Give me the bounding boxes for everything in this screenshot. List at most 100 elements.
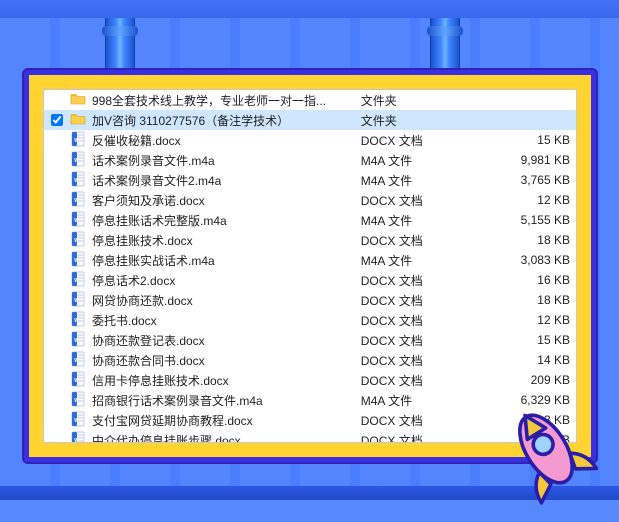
docx-icon: w: [70, 331, 86, 350]
file-name-label: 停息挂账技术.docx: [92, 232, 193, 249]
file-name-label: 998全套技术线上教学，专业老师一对一指...: [92, 92, 326, 109]
cell-name[interactable]: 998全套技术线上教学，专业老师一对一指...: [44, 90, 355, 110]
cell-type: DOCX 文档: [355, 370, 471, 390]
cell-type: DOCX 文档: [355, 230, 471, 250]
cell-name[interactable]: w 停息挂账技术.docx: [44, 230, 355, 250]
cell-name[interactable]: w 反催收秘籍.docx: [44, 130, 355, 150]
docx-icon: w: [70, 291, 86, 310]
cell-name[interactable]: w 协商还款登记表.docx: [44, 330, 355, 350]
cell-size: 9,981 KB: [471, 150, 576, 170]
decor-pipe-right: [430, 18, 460, 78]
cell-size: 12 KB: [471, 190, 576, 210]
cell-size: 3,765 KB: [471, 170, 576, 190]
docx-icon: w: [70, 131, 86, 150]
table-row[interactable]: w协商还款登记表.docxDOCX 文档15 KB: [44, 330, 576, 350]
docx-icon: w: [70, 191, 86, 210]
cell-type: DOCX 文档: [355, 130, 471, 150]
cell-name[interactable]: w 中介代办停息挂账步骤.docx: [44, 430, 355, 443]
cell-size: 5,155 KB: [471, 210, 576, 230]
cell-type: DOCX 文档: [355, 410, 471, 430]
cell-type: DOCX 文档: [355, 430, 471, 443]
cell-size: 16 KB: [471, 270, 576, 290]
cell-size: [471, 110, 576, 130]
cell-name[interactable]: w 委托书.docx: [44, 310, 355, 330]
cell-name[interactable]: w 停息话术2.docx: [44, 270, 355, 290]
file-name-label: 协商还款登记表.docx: [92, 332, 205, 349]
file-name-label: 反催收秘籍.docx: [92, 132, 181, 149]
bottom-bar: [0, 486, 619, 500]
cell-size: 18 KB: [471, 290, 576, 310]
cell-name[interactable]: w招商银行话术案例录音文件.m4a: [44, 390, 355, 410]
cell-type: M4A 文件: [355, 210, 471, 230]
table-row[interactable]: w停息挂账话术完整版.m4aM4A 文件5,155 KB: [44, 210, 576, 230]
cell-size: 15 KB: [471, 130, 576, 150]
top-bar: [0, 0, 619, 18]
m4a-icon: w: [70, 211, 86, 230]
cell-type: M4A 文件: [355, 390, 471, 410]
cell-size: 15 KB: [471, 330, 576, 350]
cell-name[interactable]: w 支付宝网贷延期协商教程.docx: [44, 410, 355, 430]
file-name-label: 停息话术2.docx: [92, 272, 175, 289]
cell-size: 3,083 KB: [471, 250, 576, 270]
cell-name[interactable]: w 客户须知及承诺.docx: [44, 190, 355, 210]
docx-icon: w: [70, 411, 86, 430]
docx-icon: w: [70, 431, 86, 444]
file-name-label: 客户须知及承诺.docx: [92, 192, 205, 209]
table-row[interactable]: w 网贷协商还款.docx DOCX 文档18 KB: [44, 290, 576, 310]
file-name-label: 中介代办停息挂账步骤.docx: [92, 432, 241, 444]
cell-name[interactable]: w 网贷协商还款.docx: [44, 290, 355, 310]
table-row[interactable]: w 停息挂账技术.docx DOCX 文档18 KB: [44, 230, 576, 250]
cell-size: 209 KB: [471, 370, 576, 390]
table-row[interactable]: 998全套技术线上教学，专业老师一对一指... 文件夹: [44, 90, 576, 110]
checkbox-slot: [50, 114, 64, 126]
decor-pipe-left: [105, 18, 135, 78]
file-name-label: 支付宝网贷延期协商教程.docx: [92, 412, 253, 429]
m4a-icon: w: [70, 171, 86, 190]
cell-type: DOCX 文档: [355, 350, 471, 370]
table-row[interactable]: w话术案例录音文件2.m4aM4A 文件3,765 KB: [44, 170, 576, 190]
cell-name[interactable]: w话术案例录音文件2.m4a: [44, 170, 355, 190]
cell-type: DOCX 文档: [355, 190, 471, 210]
folder-icon: [70, 111, 86, 130]
file-name-label: 网贷协商还款.docx: [92, 292, 193, 309]
file-name-label: 话术案例录音文件.m4a: [92, 152, 215, 169]
table-row[interactable]: w停息挂账实战话术.m4aM4A 文件3,083 KB: [44, 250, 576, 270]
docx-icon: w: [70, 271, 86, 290]
cell-size: 18 KB: [471, 230, 576, 250]
table-row[interactable]: w中介代办停息挂账步骤.docxDOCX 文档12 KB: [44, 430, 576, 443]
table-row[interactable]: w支付宝网贷延期协商教程.docxDOCX 文档13 KB: [44, 410, 576, 430]
cell-name[interactable]: 加V咨询 3110277576（备注学技术）: [44, 110, 355, 130]
table-row[interactable]: w话术案例录音文件.m4aM4A 文件9,981 KB: [44, 150, 576, 170]
cell-type: M4A 文件: [355, 170, 471, 190]
cell-name[interactable]: w信用卡停息挂账技术.docx: [44, 370, 355, 390]
table-row[interactable]: w 反催收秘籍.docx DOCX 文档15 KB: [44, 130, 576, 150]
cell-size: 14 KB: [471, 350, 576, 370]
cell-type: DOCX 文档: [355, 290, 471, 310]
cell-size: 6,329 KB: [471, 390, 576, 410]
table-row[interactable]: w招商银行话术案例录音文件.m4aM4A 文件6,329 KB: [44, 390, 576, 410]
docx-icon: w: [70, 311, 86, 330]
table-row[interactable]: w协商还款合同书.docxDOCX 文档14 KB: [44, 350, 576, 370]
docx-icon: w: [70, 371, 86, 390]
table-row[interactable]: w信用卡停息挂账技术.docxDOCX 文档209 KB: [44, 370, 576, 390]
cell-name[interactable]: w协商还款合同书.docx: [44, 350, 355, 370]
cell-type: M4A 文件: [355, 150, 471, 170]
file-name-label: 停息挂账实战话术.m4a: [92, 252, 215, 269]
row-checkbox[interactable]: [51, 114, 63, 126]
file-name-label: 加V咨询 3110277576（备注学技术）: [92, 112, 289, 129]
file-name-label: 委托书.docx: [92, 312, 157, 329]
docx-icon: w: [70, 231, 86, 250]
table-row[interactable]: w委托书.docxDOCX 文档12 KB: [44, 310, 576, 330]
m4a-icon: w: [70, 391, 86, 410]
cell-type: 文件夹: [355, 90, 471, 110]
m4a-icon: w: [70, 251, 86, 270]
table-row[interactable]: w 客户须知及承诺.docx DOCX 文档12 KB: [44, 190, 576, 210]
file-explorer-panel[interactable]: 998全套技术线上教学，专业老师一对一指...文件夹加V咨询 311027757…: [43, 89, 577, 443]
table-row[interactable]: 加V咨询 3110277576（备注学技术）文件夹: [44, 110, 576, 130]
cell-name[interactable]: w 停息挂账实战话术.m4a: [44, 250, 355, 270]
cell-name[interactable]: w话术案例录音文件.m4a: [44, 150, 355, 170]
table-row[interactable]: w停息话术2.docxDOCX 文档16 KB: [44, 270, 576, 290]
folder-icon: [70, 91, 86, 110]
cell-name[interactable]: w停息挂账话术完整版.m4a: [44, 210, 355, 230]
docx-icon: w: [70, 351, 86, 370]
